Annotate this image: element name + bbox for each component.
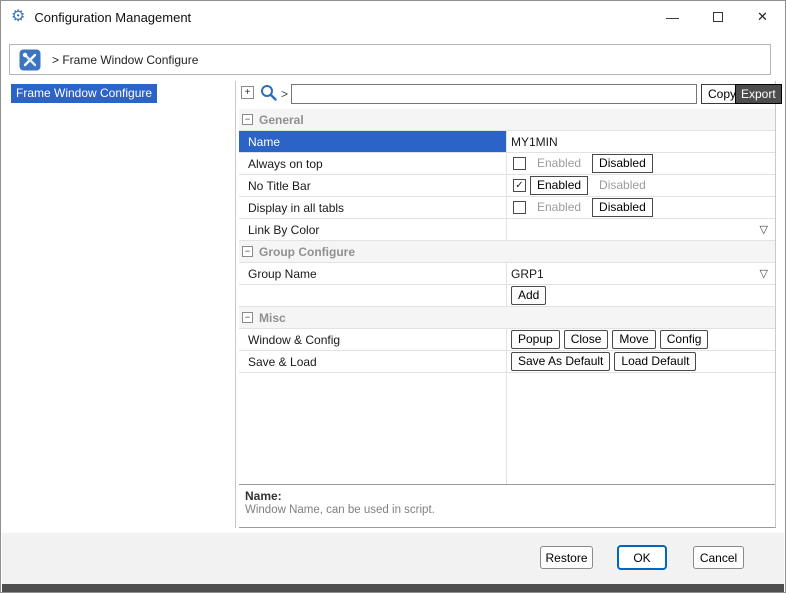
row-always-on-top: Always on top Enabled Disabled xyxy=(239,153,775,175)
no-title-bar-enabled-option[interactable]: Enabled xyxy=(530,176,589,195)
row-no-title-bar-label[interactable]: No Title Bar xyxy=(239,175,507,196)
row-group-name-label[interactable]: Group Name xyxy=(239,263,507,284)
close-button[interactable]: ✕ xyxy=(740,1,785,33)
maximize-button[interactable] xyxy=(695,1,740,33)
row-window-config-label[interactable]: Window & Config xyxy=(239,329,507,350)
display-in-all-tabs-disabled-option[interactable]: Disabled xyxy=(592,198,653,217)
display-in-all-tabs-enabled-option[interactable]: Enabled xyxy=(530,198,588,217)
property-description: Name: Window Name, can be used in script… xyxy=(239,484,775,528)
chevron-down-icon[interactable]: ▽ xyxy=(760,223,768,236)
collapse-icon-misc[interactable]: − xyxy=(242,312,253,323)
section-misc-title: Misc xyxy=(259,310,286,325)
filter-input[interactable] xyxy=(291,84,697,104)
row-name-label[interactable]: Name xyxy=(239,131,507,152)
move-button[interactable]: Move xyxy=(612,330,656,349)
window-bottom-edge xyxy=(2,584,784,592)
row-always-on-top-label[interactable]: Always on top xyxy=(239,153,507,174)
minimize-button[interactable]: — xyxy=(650,1,695,33)
collapse-icon-group-configure[interactable]: − xyxy=(242,246,253,257)
window-controls: — ✕ xyxy=(650,1,785,33)
close-window-button[interactable]: Close xyxy=(563,330,609,349)
panel-splitter[interactable] xyxy=(235,81,236,528)
config-button[interactable]: Config xyxy=(659,330,709,349)
section-general-title: General xyxy=(259,112,304,127)
no-title-bar-disabled-option[interactable]: Disabled xyxy=(592,176,653,195)
load-default-button[interactable]: Load Default xyxy=(614,352,697,371)
description-title: Name: xyxy=(245,489,282,503)
grid-empty-area xyxy=(239,373,775,484)
save-as-default-button[interactable]: Save As Default xyxy=(511,352,611,371)
breadcrumb: > Frame Window Configure xyxy=(9,44,771,75)
row-link-by-color-label[interactable]: Link By Color xyxy=(239,219,507,240)
row-save-load: Save & Load Save As Default Load Default xyxy=(239,351,775,373)
restore-button[interactable]: Restore xyxy=(540,546,593,569)
row-link-by-color: Link By Color ▽ xyxy=(239,219,775,241)
group-name-select[interactable]: GRP1 ▽ xyxy=(507,263,775,284)
collapse-icon-general[interactable]: − xyxy=(242,114,253,125)
window-title: Configuration Management xyxy=(34,9,192,25)
row-name: Name MY1MIN xyxy=(239,131,775,153)
section-misc: − Misc xyxy=(239,307,775,329)
property-panel: + > Copy Export − General Name MY1MIN Al… xyxy=(239,81,782,528)
section-group-configure: − Group Configure xyxy=(239,241,775,263)
always-on-top-disabled-option[interactable]: Disabled xyxy=(592,154,653,173)
close-icon: ✕ xyxy=(757,9,768,24)
always-on-top-checkbox[interactable] xyxy=(513,157,526,170)
breadcrumb-path: > Frame Window Configure xyxy=(52,52,199,67)
row-name-value[interactable]: MY1MIN xyxy=(511,135,558,149)
title-bar: ⚙ Configuration Management — ✕ xyxy=(1,1,785,33)
group-name-value: GRP1 xyxy=(511,266,544,281)
tools-icon xyxy=(19,49,41,70)
chevron-down-icon[interactable]: ▽ xyxy=(760,267,768,280)
ok-button[interactable]: OK xyxy=(617,545,667,570)
row-no-title-bar: No Title Bar ✓ Enabled Disabled xyxy=(239,175,775,197)
dialog-footer: Restore OK Cancel xyxy=(2,533,784,592)
export-button[interactable]: Export xyxy=(735,84,782,104)
minimize-icon: — xyxy=(666,9,679,25)
add-button[interactable]: Add xyxy=(511,286,547,305)
expand-all-button[interactable]: + xyxy=(241,86,254,99)
description-text: Window Name, can be used in script. xyxy=(245,504,435,516)
popup-button[interactable]: Popup xyxy=(511,330,560,349)
row-display-in-all-tabs-label[interactable]: Display in all tabls xyxy=(239,197,507,218)
row-window-config: Window & Config Popup Close Move Config xyxy=(239,329,775,351)
row-save-load-label[interactable]: Save & Load xyxy=(239,351,507,372)
maximize-icon xyxy=(712,12,723,22)
gear-icon: ⚙ xyxy=(11,8,26,25)
row-add-group: Add xyxy=(239,285,775,307)
no-title-bar-checkbox[interactable]: ✓ xyxy=(513,179,526,192)
search-prefix: > xyxy=(281,87,289,101)
config-tree: Frame Window Configure xyxy=(9,83,234,526)
always-on-top-enabled-option[interactable]: Enabled xyxy=(530,154,588,173)
row-display-in-all-tabs: Display in all tabls Enabled Disabled xyxy=(239,197,775,219)
section-group-configure-title: Group Configure xyxy=(259,244,355,259)
row-group-name: Group Name GRP1 ▽ xyxy=(239,263,775,285)
display-in-all-tabs-checkbox[interactable] xyxy=(513,201,526,214)
configuration-management-dialog: ⚙ Configuration Management — ✕ > Frame W… xyxy=(0,0,786,593)
link-by-color-select[interactable]: ▽ xyxy=(507,219,775,240)
tree-item-frame-window-configure[interactable]: Frame Window Configure xyxy=(11,84,158,103)
cancel-button[interactable]: Cancel xyxy=(693,546,744,569)
property-toolbar: + > Copy Export xyxy=(239,81,782,109)
search-icon xyxy=(261,85,277,101)
row-add-group-label xyxy=(239,285,507,306)
section-general: − General xyxy=(239,109,775,131)
